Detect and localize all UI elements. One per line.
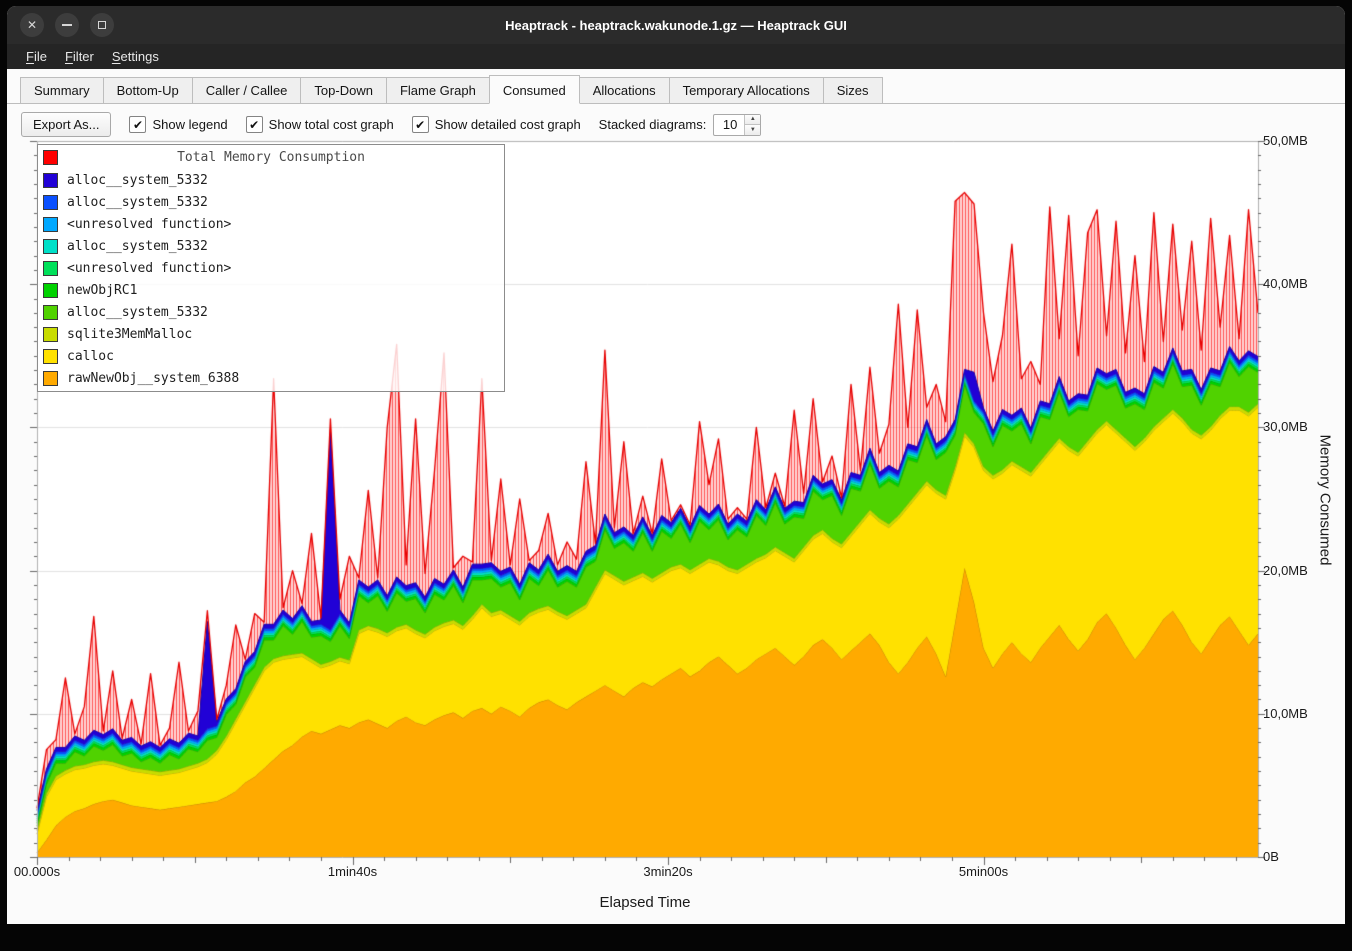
legend-entry: alloc__system_5332 <box>38 301 504 323</box>
legend-entry: rawNewObj__system_6388 <box>38 367 504 389</box>
legend-label: alloc__system_5332 <box>67 173 208 188</box>
y-axis-tick-label: 40,0MB <box>1263 276 1308 291</box>
legend-entry: <unresolved function> <box>38 213 504 235</box>
y-axis-tick-label: 50,0MB <box>1263 133 1308 148</box>
legend-title: Total Memory Consumption <box>38 150 504 165</box>
legend-swatch <box>43 217 58 232</box>
tab-temporary-allocations[interactable]: Temporary Allocations <box>669 77 824 104</box>
menu-bar: FileFilterSettings <box>7 44 1345 69</box>
x-axis-title: Elapsed Time <box>600 894 691 911</box>
menu-filter[interactable]: Filter <box>56 46 103 67</box>
window-controls: ✕ <box>20 13 114 37</box>
tab-allocations[interactable]: Allocations <box>579 77 670 104</box>
legend-label: sqlite3MemMalloc <box>67 327 192 342</box>
legend-label: alloc__system_5332 <box>67 239 208 254</box>
legend-swatch <box>43 305 58 320</box>
legend-swatch <box>43 349 58 364</box>
tab-bar: SummaryBottom-UpCaller / CalleeTop-DownF… <box>7 69 1345 104</box>
tab-caller-callee[interactable]: Caller / Callee <box>192 77 302 104</box>
menu-settings[interactable]: Settings <box>103 46 168 67</box>
x-axis-tick-label: 00.000s <box>14 864 60 879</box>
chart-legend: Total Memory Consumption alloc__system_53… <box>37 144 505 392</box>
tab-summary[interactable]: Summary <box>20 77 104 104</box>
legend-entry: alloc__system_5332 <box>38 191 504 213</box>
legend-swatch <box>43 173 58 188</box>
legend-label: <unresolved function> <box>67 261 231 276</box>
legend-swatch <box>43 239 58 254</box>
legend-entry: <unresolved function> <box>38 257 504 279</box>
menu-file[interactable]: File <box>17 46 56 67</box>
x-axis-tick-label: 3min20s <box>643 864 692 879</box>
legend-title-row: Total Memory Consumption <box>38 147 504 169</box>
tab-flame-graph[interactable]: Flame Graph <box>386 77 490 104</box>
y-axis-tick-label: 20,0MB <box>1263 563 1308 578</box>
tab-bottom-up[interactable]: Bottom-Up <box>103 77 193 104</box>
spin-up-button[interactable]: ▲ <box>745 115 760 125</box>
legend-swatch <box>43 261 58 276</box>
minimize-icon <box>62 24 72 26</box>
y-axis-tick-label: 0B <box>1263 849 1279 864</box>
x-axis-tick-label: 1min40s <box>328 864 377 879</box>
legend-label: rawNewObj__system_6388 <box>67 371 239 386</box>
tab-consumed[interactable]: Consumed <box>489 75 580 104</box>
legend-label: alloc__system_5332 <box>67 305 208 320</box>
legend-swatch <box>43 195 58 210</box>
legend-swatch <box>43 327 58 342</box>
legend-entry: calloc <box>38 345 504 367</box>
tab-sizes[interactable]: Sizes <box>823 77 883 104</box>
y-axis-tick-label: 10,0MB <box>1263 706 1308 721</box>
tab-top-down[interactable]: Top-Down <box>300 77 387 104</box>
legend-label: <unresolved function> <box>67 217 231 232</box>
maximize-button[interactable] <box>90 13 114 37</box>
legend-entry: sqlite3MemMalloc <box>38 323 504 345</box>
legend-entry: newObjRC1 <box>38 279 504 301</box>
y-axis-title: Memory Consumed <box>1317 435 1334 566</box>
close-button[interactable]: ✕ <box>20 13 44 37</box>
maximize-icon <box>98 21 106 29</box>
legend-swatch <box>43 283 58 298</box>
legend-swatch <box>43 371 58 386</box>
y-axis-tick-label: 30,0MB <box>1263 419 1308 434</box>
close-icon: ✕ <box>27 19 37 31</box>
title-bar: ✕ Heaptrack - heaptrack.wakunode.1.gz — … <box>7 6 1345 44</box>
minimize-button[interactable] <box>55 13 79 37</box>
window-title: Heaptrack - heaptrack.wakunode.1.gz — He… <box>505 18 847 33</box>
legend-label: alloc__system_5332 <box>67 195 208 210</box>
legend-label: newObjRC1 <box>67 283 137 298</box>
legend-entry: alloc__system_5332 <box>38 235 504 257</box>
legend-label: calloc <box>67 349 114 364</box>
x-axis-tick-label: 5min00s <box>959 864 1008 879</box>
legend-entry: alloc__system_5332 <box>38 169 504 191</box>
